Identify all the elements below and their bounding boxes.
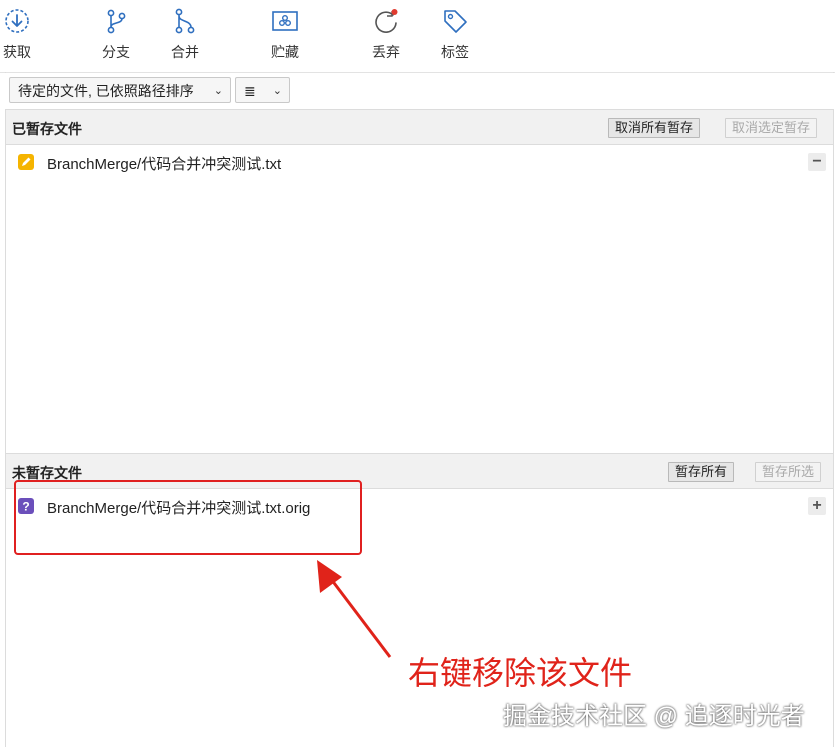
annotation-arrow <box>317 560 392 658</box>
stash-label: 贮藏 <box>271 44 299 60</box>
annotation-text: 右键移除该文件 <box>408 655 633 691</box>
list-item[interactable]: BranchMerge/代码合并冲突测试.txt − <box>6 148 833 174</box>
tag-button[interactable]: 标签 <box>435 6 475 62</box>
staged-file-list: BranchMerge/代码合并冲突测试.txt − <box>6 145 833 453</box>
merge-button[interactable]: 合并 <box>165 6 205 62</box>
branch-label: 分支 <box>102 44 130 60</box>
branch-button[interactable]: 分支 <box>96 6 136 62</box>
staged-header: 已暂存文件 取消所有暂存 取消选定暂存 <box>6 109 833 145</box>
view-mode-dropdown[interactable]: ≣ ⌄ <box>235 77 290 103</box>
stage-all-button[interactable]: 暂存所有 <box>668 462 735 482</box>
highlight-box <box>14 480 362 555</box>
file-path: BranchMerge/代码合并冲突测试.txt <box>47 156 282 173</box>
list-view-icon: ≣ <box>244 83 256 99</box>
discard-label: 丢弃 <box>372 44 400 60</box>
chevron-down-icon: ⌄ <box>213 85 223 97</box>
chevron-down-icon: ⌄ <box>272 85 282 97</box>
discard-button[interactable]: 丢弃 <box>366 6 406 62</box>
stash-icon <box>272 11 298 31</box>
stage-selected-button[interactable]: 暂存所选 <box>755 462 822 482</box>
merge-icon <box>175 8 195 34</box>
right-border <box>833 72 834 747</box>
toolbar: 获取 分支 合并 贮藏 丢弃 标签 <box>0 0 835 72</box>
unstage-all-button[interactable]: 取消所有暂存 <box>608 118 701 138</box>
unstage-file-button[interactable]: − <box>808 153 826 171</box>
unstage-selected-button[interactable]: 取消选定暂存 <box>725 118 818 138</box>
stash-button[interactable]: 贮藏 <box>265 6 305 62</box>
tag-label: 标签 <box>441 44 469 60</box>
modified-icon <box>18 154 34 170</box>
stage-file-button[interactable]: + <box>808 497 826 515</box>
branch-icon <box>107 9 126 34</box>
fetch-button[interactable]: 获取 <box>0 6 34 62</box>
staged-title: 已暂存文件 <box>12 121 82 137</box>
merge-label: 合并 <box>171 44 199 60</box>
fetch-icon <box>5 9 29 33</box>
sort-dropdown-value: 待定的文件, 已依照路径排序 <box>18 83 194 99</box>
filter-row: 待定的文件, 已依照路径排序 ⌄ ≣ ⌄ <box>0 73 835 109</box>
discard-icon <box>375 9 398 33</box>
watermark: 掘金技术社区 @ 追逐时光者 <box>503 703 805 730</box>
sort-dropdown[interactable]: 待定的文件, 已依照路径排序 ⌄ <box>9 77 231 103</box>
tag-icon <box>444 10 467 33</box>
fetch-label: 获取 <box>3 44 31 60</box>
